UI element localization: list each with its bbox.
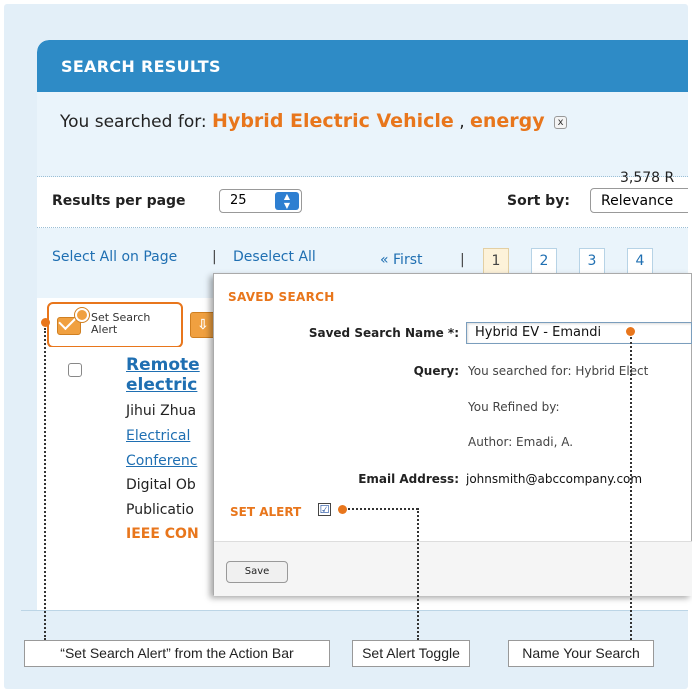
results-per-page-select[interactable]: 25 ▲ ▼	[219, 189, 302, 213]
callout-connector	[348, 508, 418, 510]
result-title-line1[interactable]: Remote	[126, 355, 200, 375]
divider	[21, 610, 688, 611]
clock-icon	[75, 308, 89, 322]
search-separator: ,	[459, 112, 465, 132]
saved-search-dialog: SAVED SEARCH Saved Search Name *: Hybrid…	[213, 273, 692, 596]
email-value[interactable]: johnsmith@abccompany.com	[466, 472, 642, 486]
separator: |	[212, 249, 217, 265]
result-title[interactable]: Remote electric	[126, 355, 200, 395]
callout-connector	[630, 337, 632, 640]
updown-chevron-icon: ▲ ▼	[275, 192, 299, 210]
page-3[interactable]: 3	[579, 248, 605, 274]
dialog-title: SAVED SEARCH	[228, 290, 335, 304]
search-summary: You searched for: Hybrid Electric Vehicl…	[37, 92, 688, 186]
separator: |	[460, 252, 465, 268]
set-alert-label: SET ALERT	[230, 505, 302, 519]
refined-by-text: You Refined by:	[468, 400, 560, 414]
result-link-publication[interactable]: Electrical	[126, 428, 190, 444]
page-4[interactable]: 4	[627, 248, 653, 274]
saved-search-name-label: Saved Search Name *:	[308, 326, 459, 340]
save-button[interactable]: Save	[226, 561, 288, 583]
search-query-text: You searched for: Hybrid Electric Vehicl…	[60, 110, 568, 132]
email-label: Email Address:	[358, 472, 459, 486]
page-title: SEARCH RESULTS	[61, 57, 221, 76]
result-authors: Jihui Zhua	[126, 403, 197, 419]
callout-set-alert-toggle: Set Alert Toggle	[352, 640, 470, 667]
search-prefix: You searched for:	[60, 112, 207, 132]
header-bar: SEARCH RESULTS	[37, 40, 688, 92]
results-count: 3,578 R	[620, 170, 675, 186]
search-term-1[interactable]: Hybrid Electric Vehicle	[212, 110, 454, 132]
remove-term-icon[interactable]: x	[554, 115, 568, 129]
callout-marker	[626, 327, 635, 336]
callout-set-search-alert: “Set Search Alert” from the Action Bar	[24, 640, 330, 667]
page-1[interactable]: 1	[483, 248, 509, 274]
callout-marker	[41, 318, 50, 327]
result-doi: Digital Ob	[126, 477, 196, 493]
results-per-page-label: Results per page	[52, 193, 186, 209]
callout-marker	[338, 505, 347, 514]
sort-label: Sort by:	[507, 193, 570, 209]
query-value: You searched for: Hybrid Elect	[468, 364, 649, 378]
result-publication-date: Publicatio	[126, 502, 194, 518]
set-alert-checkbox[interactable]: ☑	[318, 503, 331, 516]
result-title-line2[interactable]: electric	[126, 375, 197, 395]
select-all-link[interactable]: Select All on Page	[52, 249, 177, 265]
result-link-conference[interactable]: Conferenc	[126, 453, 197, 469]
search-term-2[interactable]: energy	[470, 110, 545, 132]
query-label: Query:	[413, 364, 459, 378]
author-filter-text: Author: Emadi, A.	[468, 435, 574, 449]
callout-connector	[44, 328, 46, 640]
first-page-link[interactable]: « First	[380, 252, 422, 268]
sort-select[interactable]: Relevance	[590, 188, 688, 213]
deselect-all-link[interactable]: Deselect All	[233, 249, 316, 265]
page-2[interactable]: 2	[531, 248, 557, 274]
callout-name-your-search: Name Your Search	[508, 640, 654, 667]
dialog-footer: Save	[214, 541, 692, 596]
saved-search-name-input[interactable]: Hybrid EV - Emandi	[466, 322, 692, 344]
set-search-alert-label: Set Search Alert	[91, 312, 150, 336]
result-publisher: IEEE CON	[126, 526, 199, 542]
results-per-page-value: 25	[230, 193, 247, 208]
set-alert-line2: Alert	[91, 323, 118, 336]
callout-connector	[417, 508, 419, 640]
result-checkbox[interactable]	[68, 363, 82, 377]
set-search-alert-button[interactable]: Set Search Alert	[47, 302, 183, 348]
